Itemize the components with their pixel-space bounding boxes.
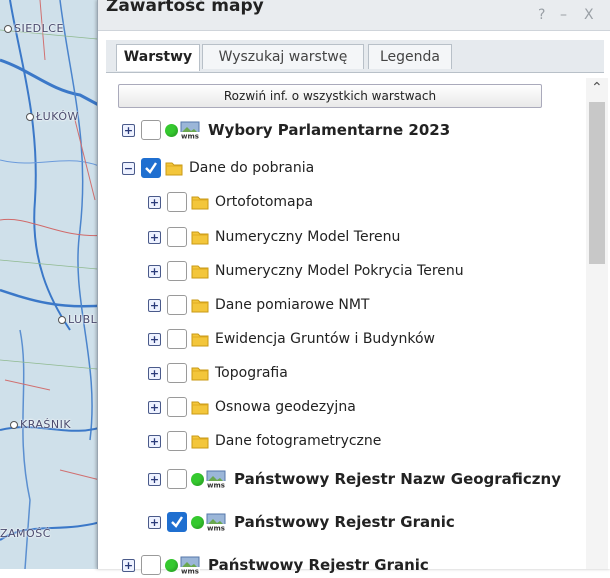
map-city-label: ZAMOŚĆ: [0, 527, 51, 540]
expand-icon[interactable]: +: [148, 434, 161, 448]
layer-row[interactable]: + wms Państwowy Rejestr Granic: [122, 553, 429, 577]
status-dot-icon: [191, 515, 204, 529]
layer-row[interactable]: + Dane pomiarowe NMT: [148, 293, 370, 317]
layer-row[interactable]: + wms Wybory Parlamentarne 2023: [122, 118, 450, 142]
close-button[interactable]: X: [584, 7, 594, 23]
layer-checkbox[interactable]: [167, 469, 187, 489]
collapse-icon[interactable]: −: [122, 161, 135, 175]
expand-icon[interactable]: +: [148, 472, 161, 486]
scrollbar-thumb[interactable]: [589, 102, 605, 264]
layer-label: Wybory Parlamentarne 2023: [208, 121, 451, 139]
layer-checkbox[interactable]: [141, 555, 161, 575]
layer-checkbox[interactable]: [167, 397, 187, 417]
expand-icon[interactable]: +: [148, 195, 161, 209]
layer-checkbox[interactable]: [167, 192, 187, 212]
folder-icon: [191, 365, 209, 381]
layer-checkbox[interactable]: [167, 363, 187, 383]
layer-checkbox[interactable]: [141, 120, 161, 140]
layer-label: Osnowa geodezyjna: [215, 399, 356, 415]
layer-row[interactable]: + Dane fotogrametryczne: [148, 429, 381, 453]
expand-icon[interactable]: +: [148, 366, 161, 380]
layer-label: Ortofotomapa: [215, 194, 314, 210]
status-dot-icon: [191, 472, 204, 486]
layer-label: Numeryczny Model Pokrycia Terenu: [215, 263, 464, 279]
folder-icon: [191, 263, 209, 279]
expand-icon[interactable]: +: [148, 298, 161, 312]
layer-row[interactable]: + wms Państwowy Rejestr Nazw Geograficzny: [148, 467, 561, 491]
layer-row[interactable]: + Osnowa geodezyjna: [148, 395, 356, 419]
layer-row[interactable]: + Topografia: [148, 361, 288, 385]
map-view[interactable]: SIEDLCE ŁUKÓW LUBLIN KRAŚNIK ZAMOŚĆ: [0, 0, 108, 569]
layer-label: Dane do pobrania: [189, 160, 315, 176]
layer-label: Numeryczny Model Terenu: [215, 229, 401, 245]
layer-label: Topografia: [215, 365, 288, 381]
wms-icon: wms: [180, 556, 200, 576]
map-contents-panel: Zawartość mapy ? – X Warstwy Wyszukaj wa…: [97, 0, 610, 576]
wms-icon: wms: [206, 470, 226, 490]
layer-checkbox[interactable]: [167, 431, 187, 451]
layer-label: Dane fotogrametryczne: [215, 433, 382, 449]
layer-checkbox[interactable]: [167, 295, 187, 315]
layer-row[interactable]: + Numeryczny Model Pokrycia Terenu: [148, 259, 464, 283]
expand-icon[interactable]: +: [148, 400, 161, 414]
wms-icon: wms: [206, 513, 226, 533]
panel-titlebar[interactable]: Zawartość mapy ? – X: [98, 0, 610, 31]
tab-warstwy[interactable]: Warstwy: [116, 44, 200, 71]
layer-checkbox[interactable]: [141, 158, 161, 178]
svg-text:wms: wms: [207, 482, 225, 489]
minimize-button[interactable]: –: [560, 7, 567, 23]
svg-text:wms: wms: [181, 568, 199, 575]
layer-label: Państwowy Rejestr Nazw Geograficzny: [234, 470, 561, 488]
expand-icon[interactable]: +: [122, 123, 135, 137]
folder-icon: [191, 229, 209, 245]
layer-row[interactable]: + Ortofotomapa: [148, 190, 313, 214]
help-button[interactable]: ?: [538, 7, 545, 23]
expand-icon[interactable]: +: [148, 264, 161, 278]
layer-row[interactable]: + Ewidencja Gruntów i Budynków: [148, 327, 435, 351]
layer-row[interactable]: + Numeryczny Model Terenu: [148, 225, 400, 249]
panel-title: Zawartość mapy: [106, 0, 264, 16]
layer-label: Państwowy Rejestr Granic: [234, 513, 455, 531]
layer-label: Dane pomiarowe NMT: [215, 297, 370, 313]
wms-icon: wms: [180, 121, 200, 141]
tab-bar: Warstwy Wyszukaj warstwę Legenda: [106, 40, 604, 73]
map-city-label: SIEDLCE: [4, 22, 64, 35]
scroll-up-icon[interactable]: ⌃: [591, 80, 603, 96]
svg-text:wms: wms: [207, 525, 225, 532]
folder-icon: [191, 331, 209, 347]
layer-row[interactable]: + wms Państwowy Rejestr Granic: [148, 510, 455, 534]
status-dot-icon: [165, 123, 178, 137]
scrollbar[interactable]: ⌃: [586, 78, 608, 569]
layer-row[interactable]: − Dane do pobrania: [122, 156, 314, 180]
layer-checkbox[interactable]: [167, 512, 187, 532]
folder-icon: [191, 433, 209, 449]
folder-icon: [165, 160, 183, 176]
tab-wyszukaj-warstwe[interactable]: Wyszukaj warstwę: [202, 44, 364, 69]
tab-legenda[interactable]: Legenda: [368, 44, 452, 69]
map-city-label: KRAŚNIK: [10, 418, 71, 431]
expand-icon[interactable]: +: [148, 515, 161, 529]
map-city-label: ŁUKÓW: [26, 110, 79, 123]
folder-icon: [191, 399, 209, 415]
layer-checkbox[interactable]: [167, 329, 187, 349]
expand-icon[interactable]: +: [122, 558, 135, 572]
expand-icon[interactable]: +: [148, 332, 161, 346]
svg-text:wms: wms: [181, 133, 199, 140]
folder-icon: [191, 194, 209, 210]
expand-all-button[interactable]: Rozwiń inf. o wszystkich warstwach: [118, 84, 542, 108]
status-dot-icon: [165, 558, 178, 572]
layer-checkbox[interactable]: [167, 261, 187, 281]
layer-label: Ewidencja Gruntów i Budynków: [215, 331, 435, 347]
expand-icon[interactable]: +: [148, 230, 161, 244]
layer-label: Państwowy Rejestr Granic: [208, 556, 429, 574]
layer-checkbox[interactable]: [167, 227, 187, 247]
map-roads: [0, 0, 108, 569]
folder-icon: [191, 297, 209, 313]
